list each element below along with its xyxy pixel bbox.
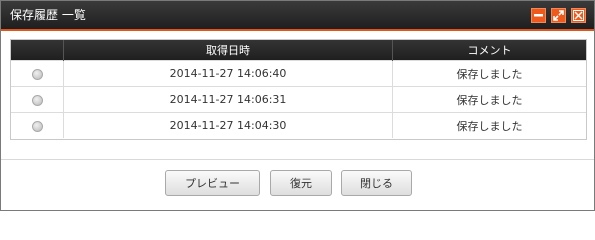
preview-button[interactable]: プレビュー bbox=[165, 170, 260, 196]
row-select-cell[interactable] bbox=[11, 112, 64, 138]
footer-divider bbox=[1, 159, 594, 160]
comment-cell: 保存しました bbox=[392, 112, 586, 138]
comment-cell: 保存しました bbox=[392, 86, 586, 113]
radio-button[interactable] bbox=[31, 94, 43, 106]
title-bar[interactable]: 保存履歴 一覧 bbox=[1, 1, 594, 31]
radio-button[interactable] bbox=[31, 120, 43, 132]
restore-button[interactable]: 復元 bbox=[270, 170, 332, 196]
date-cell: 2014-11-27 14:06:40 bbox=[63, 60, 393, 87]
history-table: 取得日時 コメント 2014-11-27 14:06:40 保存しました 201… bbox=[10, 39, 587, 140]
date-cell: 2014-11-27 14:06:31 bbox=[63, 86, 393, 113]
table-header-row: 取得日時 コメント bbox=[11, 40, 586, 61]
comment-cell: 保存しました bbox=[392, 60, 586, 87]
dialog-title: 保存履歴 一覧 bbox=[10, 8, 86, 22]
header-date: 取得日時 bbox=[63, 40, 393, 61]
maximize-button[interactable] bbox=[551, 8, 566, 23]
table-row[interactable]: 2014-11-27 14:06:31 保存しました bbox=[11, 86, 586, 113]
header-select bbox=[11, 40, 64, 61]
table-row[interactable]: 2014-11-27 14:04:30 保存しました bbox=[11, 112, 586, 138]
radio-button[interactable] bbox=[31, 68, 43, 80]
maximize-icon bbox=[553, 10, 564, 21]
date-cell: 2014-11-27 14:04:30 bbox=[63, 112, 393, 138]
minimize-button[interactable] bbox=[531, 8, 546, 23]
table-row[interactable]: 2014-11-27 14:06:40 保存しました bbox=[11, 60, 586, 87]
close-dialog-button[interactable]: 閉じる bbox=[341, 170, 412, 196]
header-comment: コメント bbox=[392, 40, 586, 61]
minimize-icon bbox=[534, 14, 543, 17]
row-select-cell[interactable] bbox=[11, 60, 64, 87]
close-button[interactable] bbox=[571, 8, 586, 23]
save-history-dialog: 保存履歴 一覧 取得日時 コメント 2014-11-27 14:06:40 保存… bbox=[0, 0, 595, 211]
close-icon bbox=[573, 10, 584, 21]
row-select-cell[interactable] bbox=[11, 86, 64, 113]
